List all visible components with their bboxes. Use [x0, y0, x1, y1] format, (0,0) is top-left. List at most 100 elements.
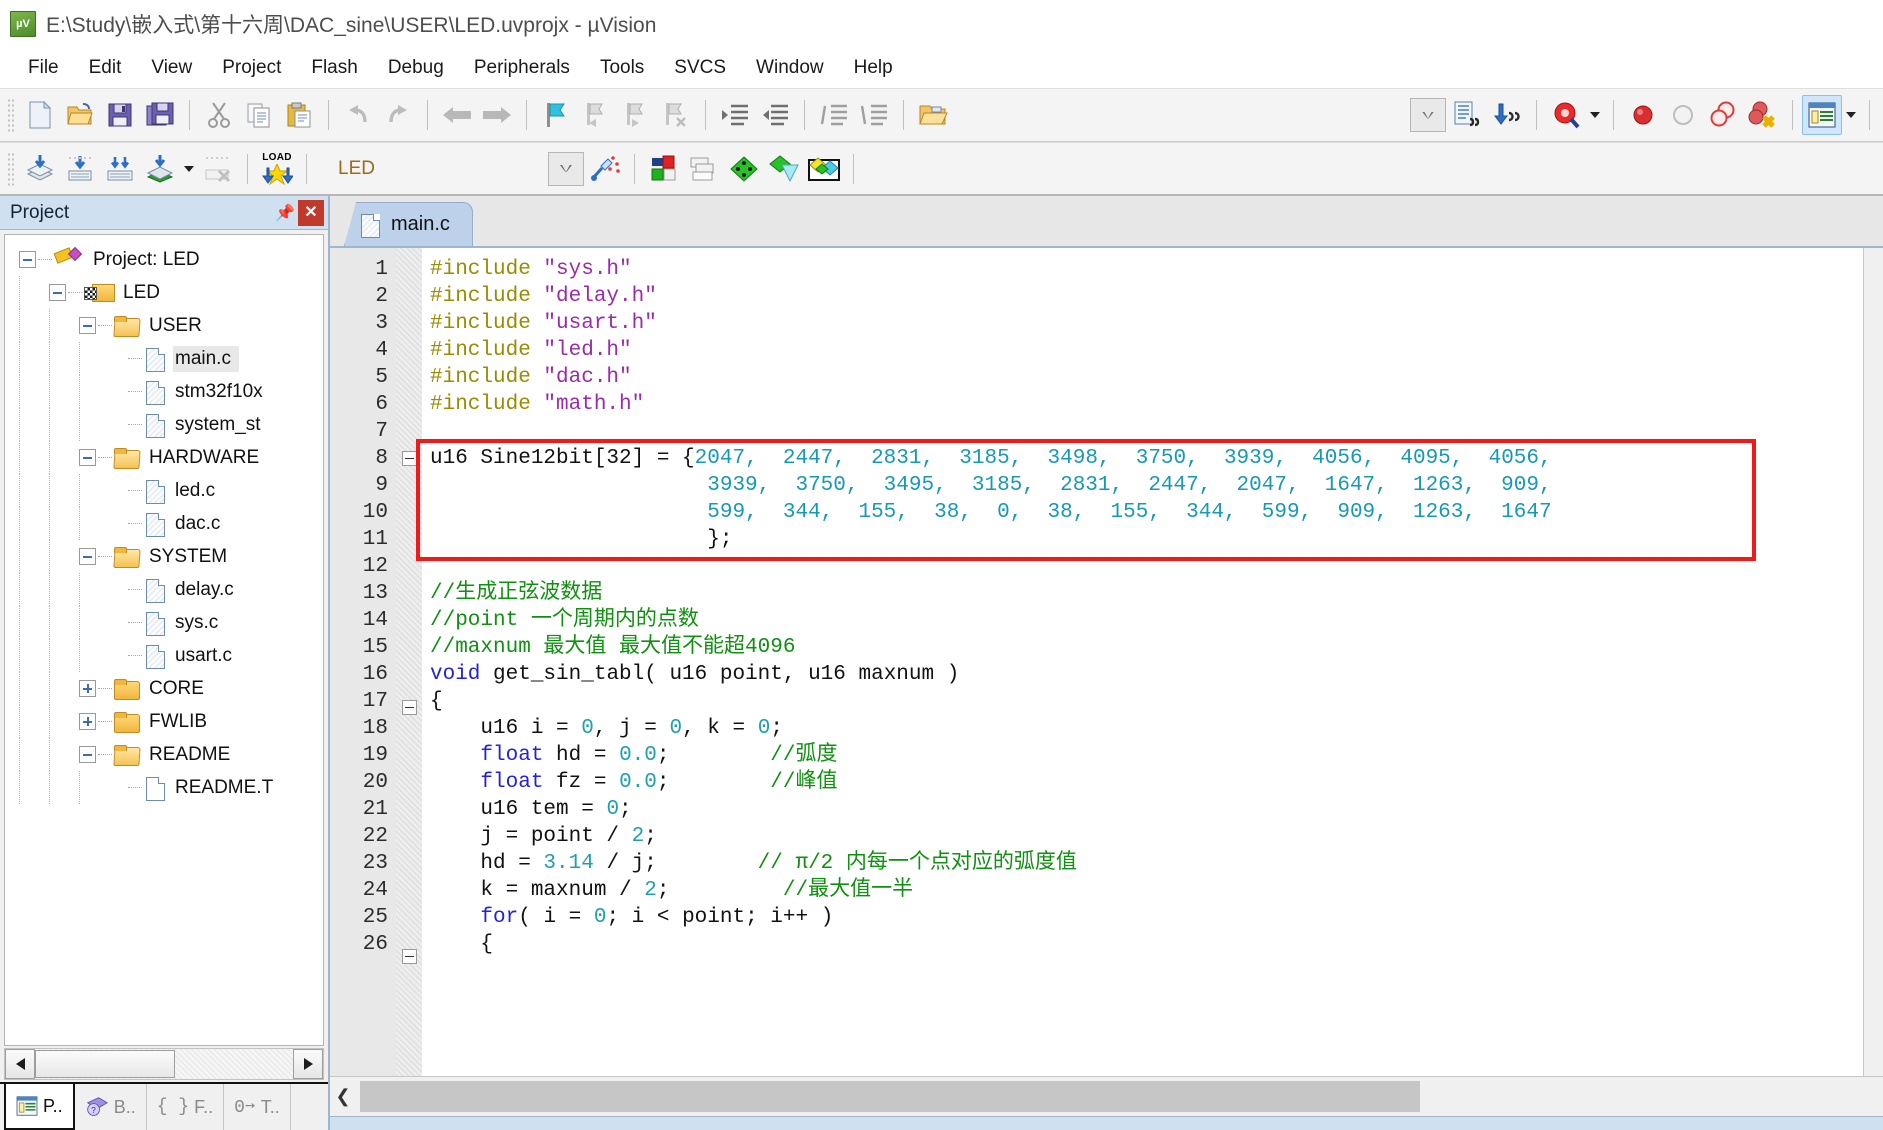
paste-icon[interactable] [279, 95, 319, 135]
toolbar-grip[interactable] [7, 98, 15, 132]
fold-toggle[interactable] [396, 451, 422, 478]
incremental-find-icon[interactable] [1487, 95, 1527, 135]
navigate-back-icon[interactable] [437, 95, 477, 135]
chevron-down-icon[interactable] [1586, 95, 1604, 135]
tree-item[interactable]: USER [5, 309, 323, 342]
collapse-minus-icon[interactable] [401, 451, 417, 466]
menu-svcs[interactable]: SVCS [660, 54, 740, 82]
close-icon[interactable]: ✕ [298, 199, 324, 226]
tree-item[interactable]: CORE [5, 672, 323, 705]
bookmark-next-icon[interactable] [616, 95, 656, 135]
fold-toggle[interactable] [396, 949, 422, 976]
breakpoint-disable-icon[interactable] [1663, 95, 1703, 135]
collapse-minus-icon[interactable] [79, 317, 96, 334]
tree-item[interactable]: system_st [5, 408, 323, 441]
tree-item[interactable]: LED [5, 276, 323, 309]
debug-session-icon[interactable] [1546, 95, 1586, 135]
chevron-down-icon[interactable] [1842, 95, 1860, 135]
tree-item[interactable]: main.c [5, 342, 323, 375]
bookmark-clear-icon[interactable] [656, 95, 696, 135]
select-software-packs-icon[interactable] [764, 149, 804, 189]
tree-item[interactable]: delay.c [5, 573, 323, 606]
save-icon[interactable] [100, 95, 140, 135]
scroll-left-arrow-icon[interactable] [5, 1049, 35, 1079]
menu-peripherals[interactable]: Peripherals [460, 54, 584, 82]
indent-left-icon[interactable] [755, 95, 795, 135]
multi-project-icon[interactable] [804, 149, 844, 189]
menu-debug[interactable]: Debug [374, 54, 458, 82]
new-file-icon[interactable] [20, 95, 60, 135]
manage-project-items-icon[interactable] [644, 149, 684, 189]
tree-item[interactable]: stm32f10x [5, 375, 323, 408]
comment-icon[interactable] [814, 95, 854, 135]
source-code[interactable]: #include "sys.h" #include "delay.h" #inclu… [422, 248, 1863, 1076]
tree-item[interactable]: usart.c [5, 639, 323, 672]
project-tree-hscrollbar[interactable] [4, 1048, 324, 1080]
tab-project[interactable]: P.. [4, 1084, 75, 1130]
manage-rte-icon[interactable] [684, 149, 724, 189]
collapse-minus-icon[interactable] [79, 449, 96, 466]
build-icon[interactable] [60, 149, 100, 189]
indent-right-icon[interactable] [715, 95, 755, 135]
toolbar-grip[interactable] [7, 151, 15, 186]
chevron-down-icon[interactable] [180, 149, 198, 189]
code-editor[interactable]: 1 2 3 4 5 6 7 8 9 10 11 12 13 14 15 16 17 18 19 20 21 22 23 24 2… [330, 248, 1883, 1076]
scroll-thumb[interactable] [35, 1050, 175, 1078]
menu-edit[interactable]: Edit [75, 54, 136, 82]
dropdown-box-icon[interactable] [1407, 95, 1447, 135]
tree-item[interactable]: SYSTEM [5, 540, 323, 573]
bookmark-toggle-icon[interactable] [536, 95, 576, 135]
chevron-left-icon[interactable]: ❮ [330, 1077, 356, 1116]
find-in-files-icon[interactable] [1447, 95, 1487, 135]
rebuild-icon[interactable] [100, 149, 140, 189]
tree-item[interactable]: Project: LED [5, 243, 323, 276]
breakpoint-kill-all-icon[interactable] [1743, 95, 1783, 135]
scroll-right-arrow-icon[interactable] [293, 1049, 323, 1079]
hscroll-track[interactable] [356, 1077, 1883, 1116]
menu-tools[interactable]: Tools [586, 54, 658, 82]
tree-item[interactable]: README.T [5, 771, 323, 804]
navigate-forward-icon[interactable] [477, 95, 517, 135]
translate-icon[interactable] [20, 149, 60, 189]
bookmark-prev-icon[interactable] [576, 95, 616, 135]
menu-project[interactable]: Project [208, 54, 295, 82]
fold-toggle[interactable] [396, 700, 422, 727]
collapse-minus-icon[interactable] [19, 251, 36, 268]
cut-icon[interactable] [199, 95, 239, 135]
expand-plus-icon[interactable] [79, 680, 96, 697]
tree-item[interactable]: led.c [5, 474, 323, 507]
tab-books[interactable]: ? B.. [75, 1084, 147, 1130]
batch-build-icon[interactable] [140, 149, 180, 189]
save-all-icon[interactable] [140, 95, 180, 135]
document-tab-main-c[interactable]: main.c [344, 202, 473, 246]
pin-icon[interactable]: 📌 [272, 200, 298, 226]
menu-help[interactable]: Help [840, 54, 907, 82]
uncomment-icon[interactable] [854, 95, 894, 135]
breakpoint-disable-all-icon[interactable] [1703, 95, 1743, 135]
copy-icon[interactable] [239, 95, 279, 135]
target-options-icon[interactable] [585, 149, 625, 189]
download-icon[interactable]: LOAD [257, 149, 297, 189]
open-folder-icon[interactable] [913, 95, 953, 135]
tree-item[interactable]: README [5, 738, 323, 771]
collapse-minus-icon[interactable] [401, 949, 417, 964]
menu-flash[interactable]: Flash [297, 54, 371, 82]
tab-templates[interactable]: 0➙ T.. [224, 1084, 291, 1130]
hscroll-thumb[interactable] [360, 1081, 1420, 1112]
menu-view[interactable]: View [137, 54, 206, 82]
tree-item[interactable]: dac.c [5, 507, 323, 540]
dropdown-box-icon[interactable] [545, 149, 585, 189]
tree-item[interactable]: HARDWARE [5, 441, 323, 474]
open-file-icon[interactable] [60, 95, 100, 135]
collapse-minus-icon[interactable] [79, 548, 96, 565]
expand-plus-icon[interactable] [79, 713, 96, 730]
menu-file[interactable]: File [14, 54, 73, 82]
project-tree-container[interactable]: Project: LED LED USER main.c stm32f10x system… [4, 234, 324, 1046]
target-selector-value[interactable]: LED [338, 158, 375, 180]
collapse-minus-icon[interactable] [79, 746, 96, 763]
editor-hscrollbar[interactable]: ❮ [330, 1076, 1883, 1116]
menu-window[interactable]: Window [742, 54, 838, 82]
tree-item[interactable]: sys.c [5, 606, 323, 639]
stop-build-icon[interactable] [198, 149, 238, 189]
tab-functions[interactable]: { } F.. [147, 1084, 225, 1130]
